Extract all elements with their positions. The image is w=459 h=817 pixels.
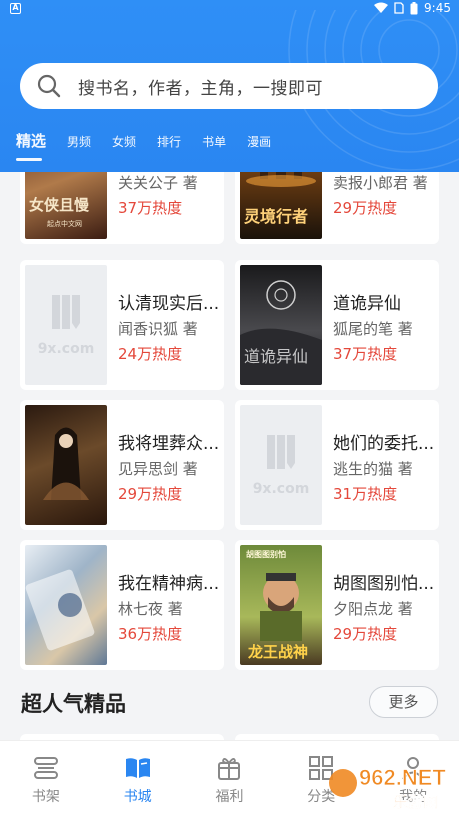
book-card[interactable]: 9x.com 她们的委托... 逃生的猫 著 31万热度 [235,400,439,530]
book-author: 闻香识狐 著 [118,320,198,338]
book-title: 她们的委托... [333,434,435,454]
book-card[interactable]: 我在精神病... 林七夜 著 36万热度 [20,540,224,670]
book-heat: 29万热度 [118,485,183,503]
battery-icon [410,1,418,14]
book-title: 道诡异仙 [333,294,401,314]
section-title: 超人气精品 [21,692,126,716]
nav-label: 书架 [31,789,60,805]
cover-art [25,569,95,651]
book-title: 认清现实后... [118,294,220,314]
book-grid: 女侠且慢 起点中文网 关关公子 著 37万热度 灵境行者 卖报小郎君 著 29万… [0,172,459,740]
book-card[interactable]: 女侠且慢 起点中文网 关关公子 著 37万热度 [20,172,224,244]
status-bar: A 9:45 [0,0,459,18]
placeholder-book-icon [267,435,295,469]
watermark-sub: 乐游网 [393,793,438,811]
nav-bookshelf[interactable]: 书架 [0,741,92,817]
open-book-icon [125,758,150,778]
android-notification-icon: A [10,3,21,14]
sim-icon [394,2,404,14]
cover-title: 龙王战神 [248,643,309,661]
book-card[interactable]: 灵境行者 卖报小郎君 著 29万热度 [235,172,439,244]
placeholder-watermark: 9x.com [252,481,310,497]
book-cover: 胡图图别怕 龙王战神 [240,545,322,665]
book-cover: 女侠且慢 起点中文网 [25,172,107,239]
cover-art [240,280,322,385]
placeholder-watermark: 9x.com [37,341,95,357]
tab-ranking[interactable]: 排行 [157,128,181,150]
more-button[interactable]: 更多 [369,686,438,718]
bookshelf-icon [33,757,58,779]
status-time: 9:45 [424,1,451,15]
book-card[interactable]: 9x.com 认清现实后... 闻香识狐 著 24万热度 [20,260,224,390]
book-title: 我将埋葬众... [118,434,220,454]
tab-comics[interactable]: 漫画 [247,128,271,150]
section-popular: 超人气精品 更多 [0,672,459,740]
site-watermark-logo: 962.NET 乐游网 [329,765,447,811]
cover-title: 道诡异仙 [244,347,309,366]
book-card[interactable]: 胡图图别怕 龙王战神 胡图图别怕... 夕阳点龙 著 29万热度 [235,540,439,670]
book-author: 关关公子 著 [118,174,198,192]
tab-featured[interactable]: 精选 [16,128,46,161]
tab-male[interactable]: 男频 [67,128,91,150]
book-title: 我在精神病... [118,574,220,594]
search-placeholder: 搜书名，作者，主角，一搜即可 [78,78,323,99]
book-author: 逃生的猫 著 [333,460,413,478]
gift-icon [218,758,241,780]
book-title: 胡图图别怕... [333,574,435,594]
book-heat: 29万热度 [333,625,398,643]
tab-female[interactable]: 女频 [112,128,136,150]
search-bar[interactable]: 搜书名，作者，主角，一搜即可 [20,63,438,109]
category-tabs: 精选 男频 女频 排行 书单 漫画 [0,128,459,168]
book-card[interactable]: 道诡异仙 道诡异仙 狐尾的笔 著 37万热度 [235,260,439,390]
book-heat: 31万热度 [333,485,398,503]
search-icon [37,74,61,98]
header: A 9:45 搜书名，作者，主角，一搜即可 精选 男频 女频 排行 书单 漫画 [0,0,459,172]
cover-title: 灵境行者 [244,207,309,226]
wifi-icon [374,2,389,13]
book-heat: 36万热度 [118,625,183,643]
book-author: 林七夜 著 [118,600,183,618]
nav-label: 福利 [215,789,244,805]
book-heat: 24万热度 [118,345,183,363]
book-author: 狐尾的笔 著 [333,320,413,338]
nav-label: 书城 [123,789,152,805]
nav-welfare[interactable]: 福利 [184,741,276,817]
tab-booklist[interactable]: 书单 [202,128,226,150]
book-author: 卖报小郎君 著 [333,174,428,192]
book-cover: 道诡异仙 [240,265,322,385]
nav-bookstore[interactable]: 书城 [92,741,184,817]
book-card[interactable]: 我将埋葬众... 见异思剑 著 29万热度 [20,400,224,530]
book-cover-placeholder: 9x.com [25,265,107,385]
book-heat: 37万热度 [333,345,398,363]
cover-subtitle: 胡图图别怕 [246,550,286,559]
cover-title: 女侠且慢 [29,196,90,214]
cover-publisher: 起点中文网 [47,220,82,228]
cover-art [43,427,89,500]
book-heat: 37万热度 [118,199,183,217]
watermark-brand: 962.NET [359,765,446,790]
book-cover: 灵境行者 [240,172,322,239]
book-cover-placeholder: 9x.com [240,405,322,525]
book-cover [25,545,107,665]
book-heat: 29万热度 [333,199,398,217]
placeholder-book-icon [52,295,80,329]
book-author: 见异思剑 著 [118,460,198,478]
book-cover [25,405,107,525]
book-author: 夕阳点龙 著 [333,600,413,618]
